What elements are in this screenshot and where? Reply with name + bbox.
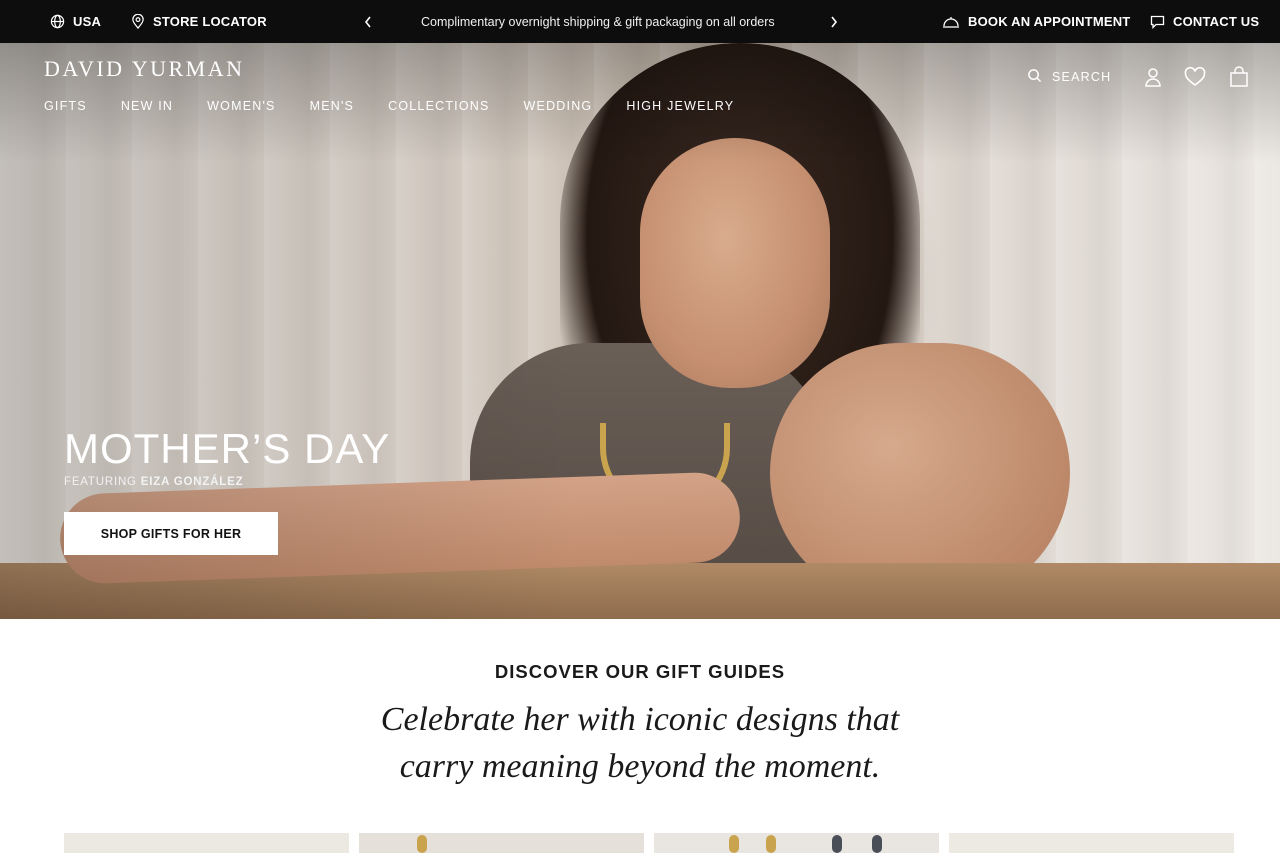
- gift-guide-cards: [64, 833, 1234, 853]
- wishlist-button[interactable]: [1183, 66, 1207, 93]
- gift-guide-card[interactable]: [64, 833, 349, 853]
- chevron-left-icon: [364, 16, 372, 28]
- hero-subtitle-prefix: FEATURING: [64, 476, 137, 488]
- card-jewelry-image: [872, 835, 882, 853]
- gift-guide-card[interactable]: [949, 833, 1234, 853]
- brand-logo[interactable]: DAVID YURMAN: [44, 56, 245, 82]
- user-icon: [1144, 68, 1162, 92]
- nav-item-collections[interactable]: COLLECTIONS: [388, 99, 489, 113]
- hero-title: MOTHER’S DAY: [64, 425, 391, 472]
- nav-item-high-jewelry[interactable]: HIGH JEWELRY: [626, 99, 734, 113]
- hero-subtitle: FEATURING EIZA GONZÁLEZ: [64, 476, 243, 488]
- store-locator-link[interactable]: STORE LOCATOR: [131, 0, 267, 43]
- cart-button[interactable]: [1229, 66, 1249, 93]
- card-jewelry-image: [729, 835, 739, 853]
- nav-item-wedding[interactable]: WEDDING: [524, 99, 593, 113]
- gift-guide-card[interactable]: [359, 833, 644, 853]
- globe-icon: [50, 14, 65, 29]
- search-icon: [1027, 68, 1042, 86]
- promo-next-button[interactable]: [830, 0, 838, 43]
- book-appointment-label: BOOK AN APPOINTMENT: [968, 14, 1131, 29]
- search-label: SEARCH: [1052, 70, 1112, 84]
- account-button[interactable]: [1144, 66, 1162, 93]
- gift-guides-tagline: Celebrate her with iconic designs that c…: [380, 701, 900, 785]
- nav-item-gifts[interactable]: GIFTS: [44, 99, 87, 113]
- gift-guide-card[interactable]: [654, 833, 939, 853]
- nav-item-new-in[interactable]: NEW IN: [121, 99, 173, 113]
- promo-message: Complimentary overnight shipping & gift …: [421, 14, 775, 29]
- utility-bar: USA STORE LOCATOR Complimentary overnigh…: [0, 0, 1280, 43]
- shop-gifts-for-her-button[interactable]: SHOP GIFTS FOR HER: [64, 512, 278, 555]
- search-button[interactable]: SEARCH: [1027, 68, 1111, 86]
- main-nav: GIFTS NEW IN WOMEN'S MEN'S COLLECTIONS W…: [44, 99, 734, 113]
- country-selector[interactable]: USA: [50, 0, 101, 43]
- contact-us-link[interactable]: CONTACT US: [1150, 0, 1259, 43]
- promo-prev-button[interactable]: [364, 0, 372, 43]
- hero-subtitle-name: EIZA GONZÁLEZ: [140, 476, 244, 488]
- store-locator-label: STORE LOCATOR: [153, 14, 267, 29]
- heart-icon: [1183, 66, 1207, 92]
- nav-item-womens[interactable]: WOMEN'S: [207, 99, 275, 113]
- location-pin-icon: [131, 14, 145, 29]
- chevron-right-icon: [830, 16, 838, 28]
- book-appointment-link[interactable]: BOOK AN APPOINTMENT: [942, 0, 1130, 43]
- card-jewelry-image: [766, 835, 776, 853]
- shopping-bag-icon: [1229, 66, 1249, 92]
- service-bell-icon: [942, 15, 960, 29]
- gift-guides-heading: DISCOVER OUR GIFT GUIDES: [494, 661, 786, 682]
- contact-us-label: CONTACT US: [1173, 14, 1260, 29]
- card-jewelry-image: [832, 835, 842, 853]
- chat-bubble-icon: [1150, 15, 1165, 29]
- nav-item-mens[interactable]: MEN'S: [310, 99, 355, 113]
- country-label: USA: [73, 14, 102, 29]
- card-jewelry-image: [417, 835, 427, 853]
